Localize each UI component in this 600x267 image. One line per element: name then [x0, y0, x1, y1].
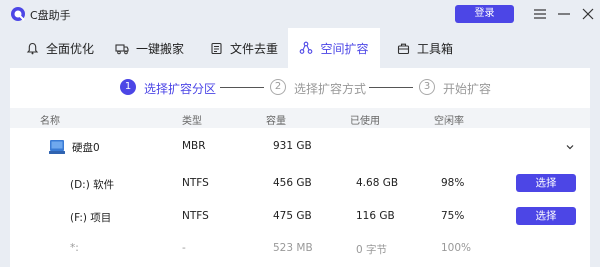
disk-type: MBR: [182, 140, 206, 152]
partition-name: (D:) 软件: [70, 179, 115, 191]
header-name: 名称: [40, 116, 60, 127]
partition-free-rate: 98%: [441, 177, 465, 189]
table-header: 名称 类型 容量 已使用 空闲率: [10, 108, 590, 128]
files-icon: [211, 42, 222, 54]
step-2-label: 选择扩容方式: [294, 82, 367, 96]
step-connector: [220, 87, 264, 88]
login-button[interactable]: 登录: [455, 5, 514, 23]
step-1-label: 选择扩容分区: [144, 82, 217, 96]
step-indicator: 1 选择扩容分区 2 选择扩容方式 3 开始扩容: [10, 68, 590, 108]
tab-full-optimize[interactable]: 全面优化: [26, 28, 94, 68]
disk-name: 硬盘0: [72, 142, 100, 154]
tab-label: 文件去重: [230, 41, 279, 56]
partition-name: (F:) 项目: [70, 212, 112, 224]
select-button[interactable]: 选择: [516, 207, 576, 225]
bell-icon: [26, 42, 39, 54]
step-2-number: 2: [270, 79, 286, 95]
step-connector: [369, 87, 413, 88]
select-button[interactable]: 选择: [516, 174, 576, 192]
header-capacity: 容量: [266, 116, 286, 127]
partition-row: (F:) 项目 NTFS 475 GB 116 GB 75% 选择: [10, 200, 590, 234]
menu-icon[interactable]: [532, 6, 548, 22]
partition-capacity: 475 GB: [273, 210, 312, 222]
partition-type: NTFS: [182, 177, 209, 189]
tab-label: 工具箱: [417, 41, 454, 56]
header-type: 类型: [182, 116, 202, 127]
tab-one-click-move[interactable]: 一键搬家: [115, 28, 184, 68]
tab-toolbox[interactable]: 工具箱: [397, 28, 453, 68]
truck-icon: [115, 43, 129, 54]
partition-name: *:: [70, 242, 79, 254]
tab-label: 全面优化: [46, 41, 95, 56]
partition-type: -: [182, 242, 186, 254]
partition-used: 116 GB: [356, 210, 395, 222]
chevron-down-icon[interactable]: [565, 142, 575, 152]
step-1-number: 1: [120, 79, 136, 95]
step-3-number: 3: [419, 79, 435, 95]
partition-free-rate: 100%: [441, 242, 472, 254]
content-panel: 1 选择扩容分区 2 选择扩容方式 3 开始扩容 名称 类型 容量 已使用 空闲…: [10, 68, 590, 267]
partition-used: 0 字节: [356, 244, 388, 256]
header-used: 已使用: [350, 116, 380, 127]
minimize-icon[interactable]: [556, 6, 572, 22]
header-free-rate: 空闲率: [434, 116, 464, 127]
partition-free-rate: 75%: [441, 210, 465, 222]
close-icon[interactable]: [580, 6, 596, 22]
hard-disk-icon: [49, 140, 65, 154]
disk-capacity: 931 GB: [273, 140, 312, 152]
main-tabs: 全面优化 一键搬家 文件去重 空间扩容 工具箱: [0, 28, 600, 68]
partition-row: *: - 523 MB 0 字节 100%: [10, 236, 590, 267]
expand-icon: [300, 41, 313, 54]
tab-space-expand[interactable]: 空间扩容: [288, 28, 380, 68]
disk-row[interactable]: 硬盘0 MBR 931 GB: [10, 130, 590, 164]
toolbox-icon: [397, 43, 410, 54]
partition-row: (D:) 软件 NTFS 456 GB 4.68 GB 98% 选择: [10, 166, 590, 200]
partition-capacity: 456 GB: [273, 177, 312, 189]
app-logo-icon: [11, 7, 25, 21]
title-bar: C盘助手 登录: [0, 0, 600, 28]
tab-label: 一键搬家: [136, 41, 185, 56]
partition-capacity: 523 MB: [273, 242, 313, 254]
tab-file-dedup[interactable]: 文件去重: [210, 28, 278, 68]
partition-used: 4.68 GB: [356, 177, 399, 189]
partition-type: NTFS: [182, 210, 209, 222]
step-3-label: 开始扩容: [443, 82, 492, 96]
tab-label: 空间扩容: [320, 41, 369, 56]
app-title: C盘助手: [30, 9, 71, 22]
